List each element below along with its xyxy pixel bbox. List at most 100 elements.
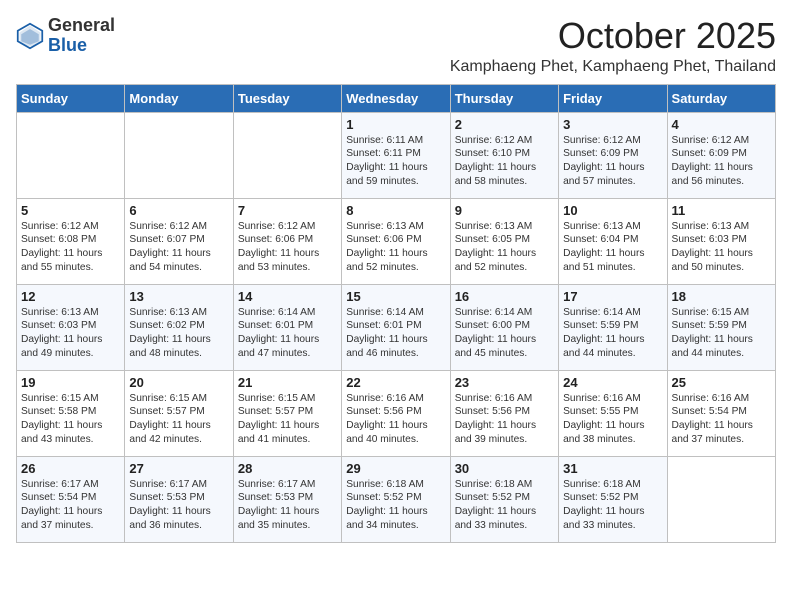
day-number: 9 [455, 203, 554, 218]
weekday-header-monday: Monday [125, 84, 233, 112]
day-number: 4 [672, 117, 771, 132]
calendar-cell: 28Sunrise: 6:17 AMSunset: 5:53 PMDayligh… [233, 456, 341, 542]
cell-info-line: and 49 minutes. [21, 347, 120, 361]
cell-info-line: and 45 minutes. [455, 347, 554, 361]
cell-info-line: and 41 minutes. [238, 433, 337, 447]
day-number: 17 [563, 289, 662, 304]
calendar-table: SundayMondayTuesdayWednesdayThursdayFrid… [16, 84, 776, 543]
cell-info-line: Sunrise: 6:14 AM [238, 306, 337, 320]
cell-info-line: and 43 minutes. [21, 433, 120, 447]
calendar-cell: 26Sunrise: 6:17 AMSunset: 5:54 PMDayligh… [17, 456, 125, 542]
day-number: 25 [672, 375, 771, 390]
cell-info-line: Sunset: 6:06 PM [238, 233, 337, 247]
cell-info-line: Sunrise: 6:11 AM [346, 134, 445, 148]
cell-info-line: Sunset: 6:09 PM [563, 147, 662, 161]
weekday-header-tuesday: Tuesday [233, 84, 341, 112]
cell-info-line: Sunset: 6:01 PM [346, 319, 445, 333]
cell-info-line: and 44 minutes. [563, 347, 662, 361]
calendar-cell [125, 112, 233, 198]
calendar-cell: 5Sunrise: 6:12 AMSunset: 6:08 PMDaylight… [17, 198, 125, 284]
cell-info-line: Daylight: 11 hours [672, 333, 771, 347]
cell-info-line: Sunset: 5:59 PM [563, 319, 662, 333]
calendar-cell: 3Sunrise: 6:12 AMSunset: 6:09 PMDaylight… [559, 112, 667, 198]
cell-info-line: Sunset: 6:03 PM [21, 319, 120, 333]
cell-info-line: Sunrise: 6:18 AM [346, 478, 445, 492]
cell-info-line: and 44 minutes. [672, 347, 771, 361]
cell-info-line: and 36 minutes. [129, 519, 228, 533]
calendar-week-row: 1Sunrise: 6:11 AMSunset: 6:11 PMDaylight… [17, 112, 776, 198]
cell-info-line: and 52 minutes. [455, 261, 554, 275]
day-number: 23 [455, 375, 554, 390]
cell-info-line: Sunrise: 6:12 AM [21, 220, 120, 234]
cell-info-line: and 34 minutes. [346, 519, 445, 533]
calendar-cell: 16Sunrise: 6:14 AMSunset: 6:00 PMDayligh… [450, 284, 558, 370]
cell-info-line: Daylight: 11 hours [21, 419, 120, 433]
calendar-cell: 29Sunrise: 6:18 AMSunset: 5:52 PMDayligh… [342, 456, 450, 542]
calendar-cell: 22Sunrise: 6:16 AMSunset: 5:56 PMDayligh… [342, 370, 450, 456]
cell-info-line: Sunrise: 6:18 AM [455, 478, 554, 492]
cell-info-line: Sunset: 5:52 PM [455, 491, 554, 505]
cell-info-line: Sunrise: 6:14 AM [563, 306, 662, 320]
cell-info-line: Sunset: 6:06 PM [346, 233, 445, 247]
cell-info-line: Daylight: 11 hours [455, 333, 554, 347]
cell-info-line: and 59 minutes. [346, 175, 445, 189]
weekday-header-sunday: Sunday [17, 84, 125, 112]
cell-info-line: Daylight: 11 hours [563, 333, 662, 347]
cell-info-line: Sunrise: 6:13 AM [346, 220, 445, 234]
cell-info-line: Daylight: 11 hours [563, 419, 662, 433]
calendar-cell: 25Sunrise: 6:16 AMSunset: 5:54 PMDayligh… [667, 370, 775, 456]
calendar-cell [667, 456, 775, 542]
title-block: October 2025 Kamphaeng Phet, Kamphaeng P… [450, 16, 776, 76]
cell-info-line: and 58 minutes. [455, 175, 554, 189]
cell-info-line: and 54 minutes. [129, 261, 228, 275]
cell-info-line: Sunset: 5:57 PM [129, 405, 228, 419]
calendar-cell [233, 112, 341, 198]
cell-info-line: Sunrise: 6:16 AM [672, 392, 771, 406]
cell-info-line: Sunset: 6:03 PM [672, 233, 771, 247]
cell-info-line: Daylight: 11 hours [672, 161, 771, 175]
cell-info-line: Sunrise: 6:13 AM [129, 306, 228, 320]
cell-info-line: Sunset: 6:09 PM [672, 147, 771, 161]
cell-info-line: and 51 minutes. [563, 261, 662, 275]
cell-info-line: Sunrise: 6:13 AM [21, 306, 120, 320]
cell-info-line: Sunset: 6:08 PM [21, 233, 120, 247]
cell-info-line: Sunrise: 6:12 AM [238, 220, 337, 234]
cell-info-line: Sunset: 5:55 PM [563, 405, 662, 419]
cell-info-line: Sunset: 5:52 PM [563, 491, 662, 505]
logo-blue: Blue [48, 36, 115, 56]
cell-info-line: and 48 minutes. [129, 347, 228, 361]
day-number: 28 [238, 461, 337, 476]
cell-info-line: Sunset: 6:10 PM [455, 147, 554, 161]
cell-info-line: and 33 minutes. [455, 519, 554, 533]
calendar-cell: 7Sunrise: 6:12 AMSunset: 6:06 PMDaylight… [233, 198, 341, 284]
day-number: 8 [346, 203, 445, 218]
day-number: 15 [346, 289, 445, 304]
cell-info-line: Daylight: 11 hours [563, 161, 662, 175]
calendar-cell: 21Sunrise: 6:15 AMSunset: 5:57 PMDayligh… [233, 370, 341, 456]
day-number: 1 [346, 117, 445, 132]
day-number: 3 [563, 117, 662, 132]
cell-info-line: Sunrise: 6:12 AM [672, 134, 771, 148]
page-header: General Blue October 2025 Kamphaeng Phet… [16, 16, 776, 76]
day-number: 22 [346, 375, 445, 390]
cell-info-line: Daylight: 11 hours [346, 333, 445, 347]
day-number: 11 [672, 203, 771, 218]
cell-info-line: Sunrise: 6:15 AM [129, 392, 228, 406]
calendar-cell: 12Sunrise: 6:13 AMSunset: 6:03 PMDayligh… [17, 284, 125, 370]
day-number: 12 [21, 289, 120, 304]
weekday-header-row: SundayMondayTuesdayWednesdayThursdayFrid… [17, 84, 776, 112]
cell-info-line: and 52 minutes. [346, 261, 445, 275]
cell-info-line: Sunrise: 6:17 AM [21, 478, 120, 492]
cell-info-line: Sunset: 5:54 PM [672, 405, 771, 419]
cell-info-line: and 55 minutes. [21, 261, 120, 275]
day-number: 13 [129, 289, 228, 304]
calendar-cell: 18Sunrise: 6:15 AMSunset: 5:59 PMDayligh… [667, 284, 775, 370]
cell-info-line: Sunrise: 6:12 AM [129, 220, 228, 234]
day-number: 19 [21, 375, 120, 390]
day-number: 5 [21, 203, 120, 218]
day-number: 14 [238, 289, 337, 304]
cell-info-line: Sunrise: 6:16 AM [563, 392, 662, 406]
calendar-week-row: 26Sunrise: 6:17 AMSunset: 5:54 PMDayligh… [17, 456, 776, 542]
calendar-cell: 17 Sunrise: 6:14 AMSunset: 5:59 PMDayligh… [559, 284, 667, 370]
day-number: 16 [455, 289, 554, 304]
